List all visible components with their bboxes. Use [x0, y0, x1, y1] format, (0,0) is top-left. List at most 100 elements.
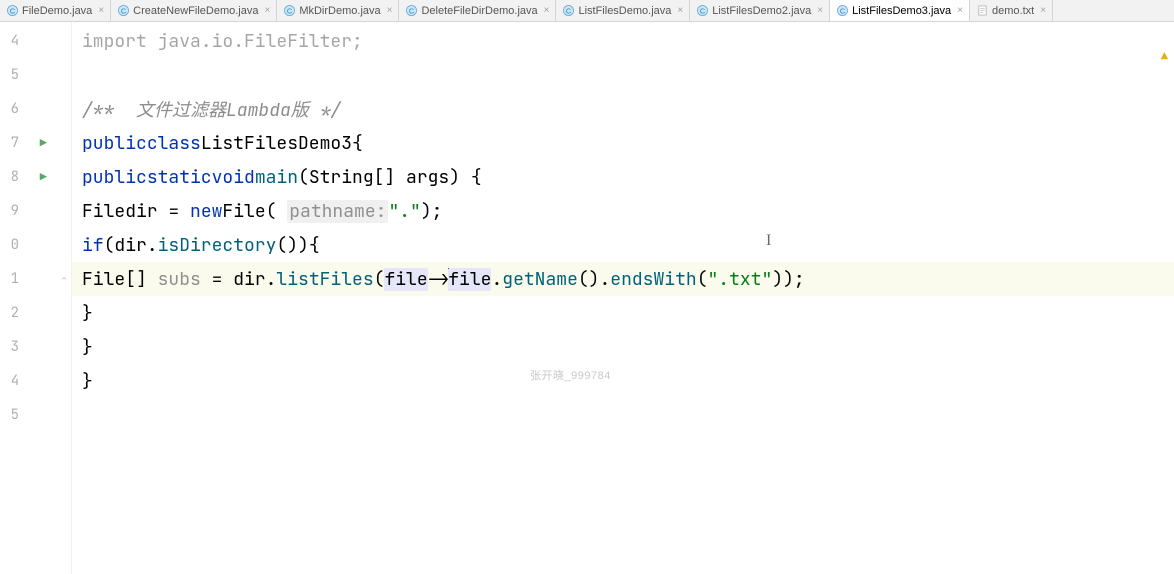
kw-class: class	[147, 132, 201, 155]
close-icon[interactable]: ×	[677, 5, 683, 16]
tab-mkdirdemo[interactable]: C MkDirDemo.java ×	[277, 0, 399, 21]
svg-text:C: C	[700, 6, 706, 15]
method-listfiles: listFiles	[276, 268, 373, 291]
run-gutter-icon[interactable]: ▶	[40, 135, 47, 151]
brace: }	[82, 336, 93, 359]
svg-text:C: C	[287, 6, 293, 15]
javadoc-comment: /** 文件过滤器Lambda版 */	[82, 96, 341, 122]
line-num: 9	[11, 202, 19, 220]
kw-static: static	[147, 166, 212, 189]
java-icon: C	[117, 5, 129, 17]
close-icon[interactable]: ×	[817, 5, 823, 16]
tab-label: ListFilesDemo.java	[578, 5, 671, 17]
var-dir: dir	[125, 200, 157, 223]
code-editor[interactable]: import java.io.FileFilter; /** 文件过滤器Lamb…	[72, 22, 1174, 574]
import-statement: import java.io.FileFilter;	[82, 30, 363, 53]
code-line[interactable]: }	[72, 364, 1174, 398]
kw-new: new	[190, 200, 222, 223]
lambda-param-file: file	[384, 268, 427, 291]
tab-label: ListFilesDemo3.java	[852, 5, 951, 17]
line-num: 7	[11, 134, 19, 152]
string-literal: "."	[388, 200, 420, 223]
tab-label: demo.txt	[992, 5, 1034, 17]
code-line[interactable]: public static void main(String[] args) {	[72, 160, 1174, 194]
tab-label: DeleteFileDirDemo.java	[421, 5, 537, 17]
brace: }	[82, 370, 93, 393]
text-file-icon	[976, 5, 988, 17]
line-num: 6	[11, 100, 19, 118]
code-line[interactable]: import java.io.FileFilter;	[72, 24, 1174, 58]
tab-listfilesdemo2[interactable]: C ListFilesDemo2.java ×	[690, 0, 830, 21]
svg-text:C: C	[566, 6, 572, 15]
method-endswith: endsWith	[610, 268, 696, 291]
method-main: main	[255, 166, 298, 189]
tab-listfilesdemo3[interactable]: C ListFilesDemo3.java ×	[830, 0, 970, 21]
tab-filedemo[interactable]: C FileDemo.java ×	[0, 0, 111, 21]
class-name: ListFilesDemo3	[201, 132, 352, 155]
lambda-arrow: ->	[428, 268, 450, 291]
java-icon: C	[6, 5, 18, 17]
java-icon: C	[836, 5, 848, 17]
code-line-current[interactable]: File[] subs = dir.listFiles(file -> file…	[72, 262, 1174, 296]
code-line[interactable]: File dir = new File( pathname: ".");	[72, 194, 1174, 228]
java-icon: C	[405, 5, 417, 17]
tab-label: MkDirDemo.java	[299, 5, 380, 17]
fold-marker-icon[interactable]: ⌃	[61, 273, 67, 286]
brace: }	[82, 302, 93, 325]
close-icon[interactable]: ×	[957, 5, 963, 16]
svg-text:C: C	[9, 6, 15, 15]
tab-listfilesdemo[interactable]: C ListFilesDemo.java ×	[556, 0, 690, 21]
line-gutter: 4 5 6 7 ▶ 8 ▶ 9 0 1 ⌃ 2 3 4 5	[0, 22, 72, 574]
close-icon[interactable]: ×	[264, 5, 270, 16]
line-num: 1	[11, 270, 19, 288]
editor-area: ▲ 4 5 6 7 ▶ 8 ▶ 9 0 1⌃ 2 3 4 5 import ja…	[0, 22, 1174, 574]
kw-public: public	[82, 166, 147, 189]
code-line[interactable]	[72, 58, 1174, 92]
kw-public: public	[82, 132, 147, 155]
type-file: File	[222, 200, 265, 223]
tab-demo-txt[interactable]: demo.txt ×	[970, 0, 1053, 21]
line-num: 5	[11, 406, 19, 424]
type-file: File	[82, 268, 125, 291]
code-line[interactable]	[72, 398, 1174, 432]
param-hint-pathname: pathname:	[287, 200, 388, 223]
svg-text:C: C	[409, 6, 415, 15]
lambda-param-file: file	[448, 268, 491, 291]
code-line[interactable]: }	[72, 330, 1174, 364]
line-num: 0	[11, 236, 19, 254]
code-line[interactable]: if(dir.isDirectory()){	[72, 228, 1174, 262]
code-line[interactable]: public class ListFilesDemo3 {	[72, 126, 1174, 160]
type-file: File	[82, 200, 125, 223]
run-gutter-icon[interactable]: ▶	[40, 169, 47, 185]
main-signature: (String[] args) {	[298, 166, 482, 189]
text-cursor-indicator: I	[766, 232, 771, 250]
watermark-text: 张开晓_999784	[530, 367, 611, 383]
method-isdirectory: isDirectory	[158, 234, 277, 257]
close-icon[interactable]: ×	[98, 5, 104, 16]
code-line[interactable]: /** 文件过滤器Lambda版 */	[72, 92, 1174, 126]
java-icon: C	[283, 5, 295, 17]
line-num: 4	[11, 372, 19, 390]
tab-label: FileDemo.java	[22, 5, 92, 17]
svg-text:C: C	[121, 6, 127, 15]
code-line[interactable]: }	[72, 296, 1174, 330]
close-icon[interactable]: ×	[1040, 5, 1046, 16]
tab-deletefiledir[interactable]: C DeleteFileDirDemo.java ×	[399, 0, 556, 21]
line-num: 5	[11, 66, 19, 84]
tab-createnewfiledemo[interactable]: C CreateNewFileDemo.java ×	[111, 0, 277, 21]
line-num: 3	[11, 338, 19, 356]
line-num: 2	[11, 304, 19, 322]
svg-text:C: C	[839, 6, 845, 15]
tab-label: ListFilesDemo2.java	[712, 5, 811, 17]
kw-void: void	[212, 166, 255, 189]
var-subs: subs	[158, 268, 201, 291]
brace: {	[352, 132, 363, 155]
close-icon[interactable]: ×	[544, 5, 550, 16]
java-icon: C	[696, 5, 708, 17]
editor-tab-bar: C FileDemo.java × C CreateNewFileDemo.ja…	[0, 0, 1174, 22]
close-icon[interactable]: ×	[387, 5, 393, 16]
string-literal: ".txt"	[708, 268, 773, 291]
java-icon: C	[562, 5, 574, 17]
line-num: 4	[11, 32, 19, 50]
line-num: 8	[11, 168, 19, 186]
